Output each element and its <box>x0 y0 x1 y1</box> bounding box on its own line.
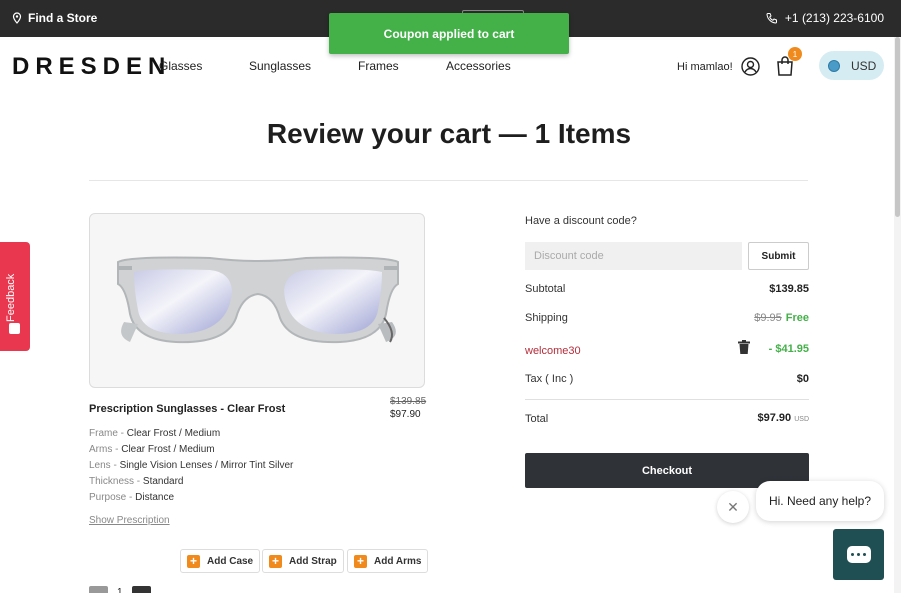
location-pin-icon <box>12 12 22 24</box>
chat-prompt-bubble[interactable]: Hi. Need any help? <box>756 481 884 521</box>
currency-selector[interactable]: USD <box>819 51 884 80</box>
quantity-decrease-button[interactable] <box>89 586 108 593</box>
subtotal-label: Subtotal <box>525 283 566 295</box>
show-prescription-link[interactable]: Show Prescription <box>89 515 170 526</box>
nav-sunglasses[interactable]: Sunglasses <box>249 59 311 73</box>
feedback-icon <box>9 323 20 334</box>
spec-label: Arms <box>89 444 113 455</box>
chat-launcher-button[interactable] <box>833 529 884 580</box>
tax-value: $0 <box>796 373 809 385</box>
page-scrollbar[interactable] <box>894 37 901 593</box>
spec-value: Single Vision Lenses / Mirror Tint Silve… <box>119 460 294 471</box>
shipping-label: Shipping <box>525 312 568 324</box>
spec-value: Clear Frost / Medium <box>121 444 215 455</box>
divider <box>89 180 808 181</box>
add-case-label: Add Case <box>207 555 254 567</box>
plus-icon: + <box>269 554 282 568</box>
spec-label: Frame <box>89 428 118 439</box>
spec-arms: Arms - Clear Frost / Medium <box>89 444 215 455</box>
product-image[interactable] <box>89 213 425 388</box>
cart-button[interactable]: 1 <box>776 47 802 78</box>
summary-divider <box>525 399 809 400</box>
remove-coupon-button[interactable] <box>738 340 750 354</box>
add-arms-label: Add Arms <box>374 555 422 567</box>
submit-discount-button[interactable]: Submit <box>748 242 809 270</box>
find-store-link[interactable]: Find a Store <box>12 11 97 25</box>
add-strap-button[interactable]: + Add Strap <box>262 549 344 573</box>
spec-lens: Lens - Single Vision Lenses / Mirror Tin… <box>89 460 294 471</box>
shipping-old-price: $9.95 <box>754 312 782 324</box>
page-title: Review your cart — 1 Items <box>266 118 632 149</box>
subtotal-value: $139.85 <box>769 283 809 295</box>
scrollbar-thumb[interactable] <box>895 37 900 217</box>
spec-label: Lens <box>89 460 111 471</box>
nav-accessories[interactable]: Accessories <box>446 59 511 73</box>
discount-code-input[interactable] <box>525 242 742 270</box>
spec-label: Purpose <box>89 492 127 503</box>
coupon-discount-value: - $41.95 <box>768 343 809 355</box>
product-name[interactable]: Prescription Sunglasses - Clear Frost <box>89 403 285 415</box>
add-case-button[interactable]: + Add Case <box>180 549 261 573</box>
total-currency: USD <box>794 416 809 423</box>
spec-label: Thickness <box>89 476 135 487</box>
discount-label: Have a discount code? <box>525 215 637 227</box>
chat-icon <box>846 546 871 563</box>
phone-link[interactable]: +1 (213) 223-6100 <box>766 11 884 25</box>
plus-icon: + <box>354 554 367 568</box>
account-menu[interactable]: Hi mamlao! <box>677 57 760 76</box>
spec-value: Standard <box>142 476 184 487</box>
feedback-tab[interactable]: Feedback <box>0 242 30 351</box>
plus-icon: + <box>187 554 200 568</box>
coupon-code: welcome30 <box>525 345 581 357</box>
spec-frame: Frame - Clear Frost / Medium <box>89 428 221 439</box>
user-icon <box>740 57 760 76</box>
shipping-values: $9.95 Free <box>754 312 809 324</box>
sunglasses-image <box>117 256 399 344</box>
total-values: $97.90 USD <box>758 412 810 424</box>
total-value: $97.90 <box>757 412 792 424</box>
product-current-price: $97.90 <box>390 409 421 420</box>
trash-icon <box>738 340 750 354</box>
spec-thickness: Thickness - Standard <box>89 476 184 487</box>
add-strap-label: Add Strap <box>289 555 337 567</box>
quantity-value: 1 <box>117 587 123 593</box>
globe-icon <box>828 59 840 72</box>
coupon-toast: Coupon applied to cart <box>329 13 569 54</box>
cart-count-badge: 1 <box>788 47 802 61</box>
shipping-free: Free <box>785 312 809 324</box>
find-store-label: Find a Store <box>28 11 98 25</box>
nav-frames[interactable]: Frames <box>358 59 399 73</box>
spec-value: Distance <box>135 492 175 503</box>
greeting: Hi mamlao! <box>677 60 733 73</box>
feedback-label: Feedback <box>5 273 17 322</box>
phone-number: +1 (213) 223-6100 <box>784 11 884 25</box>
add-arms-button[interactable]: + Add Arms <box>347 549 429 573</box>
phone-icon <box>766 13 777 24</box>
currency-label: USD <box>851 58 877 73</box>
tax-label: Tax ( Inc ) <box>525 373 574 385</box>
chat-close-button[interactable]: ✕ <box>717 491 749 523</box>
spec-value: Clear Frost / Medium <box>126 428 221 439</box>
close-icon: ✕ <box>727 498 739 515</box>
logo[interactable]: DRESDEN <box>12 53 171 81</box>
quantity-increase-button[interactable] <box>132 586 151 593</box>
nav-glasses[interactable]: Glasses <box>159 59 202 73</box>
spec-purpose: Purpose - Distance <box>89 492 175 503</box>
total-label: Total <box>525 413 549 425</box>
product-original-price: $139.85 <box>390 396 427 407</box>
